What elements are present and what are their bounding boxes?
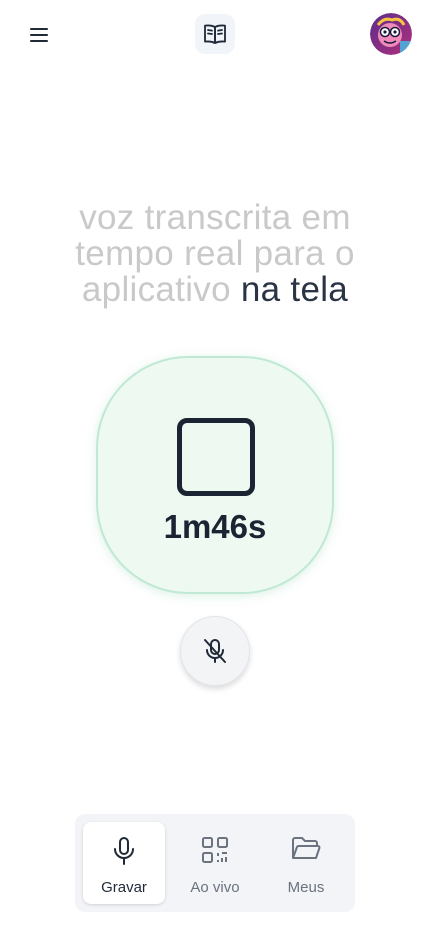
qr-code-icon — [202, 837, 228, 863]
transcript-current-text: na tela — [240, 270, 349, 309]
tab-label: Meus — [287, 879, 325, 896]
folder-open-icon — [292, 837, 321, 859]
hamburger-menu-icon — [30, 28, 48, 42]
mute-microphone-button[interactable] — [180, 616, 250, 686]
menu-button[interactable] — [22, 18, 56, 52]
mic-off-icon — [204, 639, 226, 663]
top-bar — [0, 0, 430, 70]
stop-square-icon — [177, 418, 255, 496]
reader-mode-button[interactable] — [195, 14, 235, 54]
microphone-icon — [114, 837, 134, 865]
live-transcript: voz transcrita em tempo real para o apli… — [40, 200, 390, 308]
open-book-icon — [204, 24, 226, 44]
avatar[interactable] — [370, 13, 412, 55]
stop-recording-button[interactable]: 1m46s — [96, 356, 334, 594]
tab-meus[interactable]: Meus — [265, 822, 347, 904]
recording-timer: 1m46s — [163, 508, 267, 545]
tab-gravar[interactable]: Gravar — [83, 822, 165, 904]
avatar-illustration-icon — [370, 13, 412, 55]
tab-label: Gravar — [101, 879, 147, 896]
tab-label: Ao vivo — [190, 879, 240, 896]
bottom-tab-bar: Gravar Ao vivo Meus — [75, 814, 355, 912]
tab-ao-vivo[interactable]: Ao vivo — [174, 822, 256, 904]
